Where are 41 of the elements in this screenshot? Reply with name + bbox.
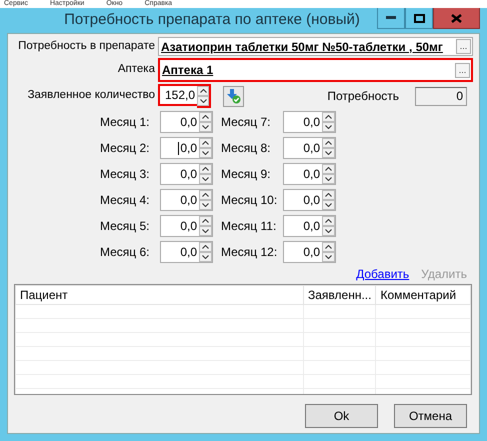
field-label: Месяц 6: — [100, 244, 151, 261]
close-button[interactable] — [433, 8, 480, 29]
field-label: Аптека — [116, 62, 155, 78]
field-label: Месяц 10: — [220, 192, 278, 209]
maximize-icon — [414, 14, 424, 22]
field-label: Месяц 2: — [100, 140, 151, 157]
browse-button[interactable]: ... — [455, 62, 470, 78]
lookup-field[interactable]: Азатиоприн таблетки 50мг №50-таблетки , 50мг ... — [158, 37, 473, 56]
close-icon — [451, 14, 462, 22]
column-header[interactable]: Комментарий — [376, 286, 470, 304]
minimize-button[interactable] — [377, 8, 405, 29]
field-label: Потребность в препарате — [17, 38, 155, 54]
column-header[interactable]: Заявленн... — [304, 286, 376, 304]
number-input[interactable]: 152,0 — [158, 84, 197, 106]
distribute-button[interactable] — [223, 86, 244, 106]
field-label: Месяц 11: — [220, 218, 278, 235]
action-link[interactable]: Добавить — [356, 267, 410, 282]
spin-down-button[interactable] — [197, 96, 209, 106]
dialog-button[interactable]: Отмена — [394, 404, 467, 428]
spin-up-button[interactable] — [197, 86, 209, 96]
field-label: Месяц 3: — [100, 166, 151, 183]
arrow-check-icon — [226, 88, 241, 104]
field-label: Месяц 8: — [220, 140, 272, 157]
browse-button[interactable]: ... — [456, 39, 471, 54]
field-label: Заявленное количество — [26, 88, 155, 104]
lookup-field[interactable]: Аптека 1 ... — [158, 58, 473, 82]
field-label: Месяц 12: — [220, 244, 278, 261]
field-label: Месяц 4: — [100, 192, 151, 209]
window-title: Потребность препарата по аптеке (новый) — [63, 10, 361, 30]
minimize-icon — [386, 16, 396, 20]
field-label: Месяц 1: — [100, 114, 151, 131]
field-label: Потребность — [327, 88, 399, 105]
field-label: Месяц 7: — [220, 114, 272, 131]
column-header[interactable]: Пациент — [16, 286, 304, 304]
readonly-field: 0 — [415, 86, 467, 106]
dialog-button[interactable]: Ok — [305, 404, 378, 428]
maximize-button[interactable] — [405, 8, 433, 29]
chevron-down-icon — [200, 99, 206, 103]
field-label: Месяц 9: — [220, 166, 272, 183]
chevron-up-icon — [200, 89, 206, 93]
field-label: Месяц 5: — [100, 218, 151, 235]
